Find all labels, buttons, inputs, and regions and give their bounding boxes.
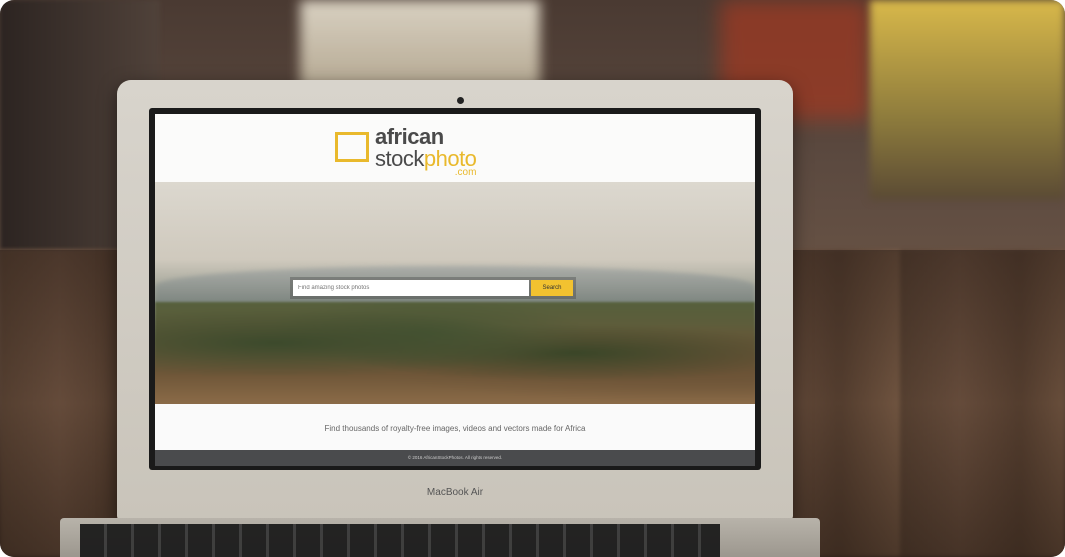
tagline-section: Find thousands of royalty-free images, v… [155,404,755,450]
laptop-bezel: african stockphoto .com Search Fi [149,108,761,470]
laptop: african stockphoto .com Search Fi [117,80,793,520]
search-input[interactable] [293,280,529,296]
tagline-text: Find thousands of royalty-free images, v… [324,424,586,433]
laptop-screen: african stockphoto .com Search Fi [155,114,755,466]
site-header: african stockphoto .com [155,114,755,182]
laptop-base [60,518,820,557]
footer-copyright: © 2016 AfricanStockPhotos. All rights re… [407,455,503,460]
camera-frame-icon [335,132,369,162]
photo-frame: african stockphoto .com Search Fi [0,0,1065,557]
background-shelf [870,0,1065,200]
keyboard-keys [80,524,720,557]
background-window [300,0,540,90]
hero-trees [155,302,755,404]
site-footer: © 2016 AfricanStockPhotos. All rights re… [155,450,755,466]
logo-line-african: african [375,124,444,149]
logo-stock: stock [375,146,424,171]
logo-text: african stockphoto .com [375,124,477,178]
search-bar: Search [290,277,576,299]
search-button[interactable]: Search [531,280,573,296]
webcam-icon [457,97,464,104]
device-label: MacBook Air [426,487,484,498]
site-logo[interactable]: african stockphoto .com [335,124,477,178]
hero-image: Search [155,182,755,404]
